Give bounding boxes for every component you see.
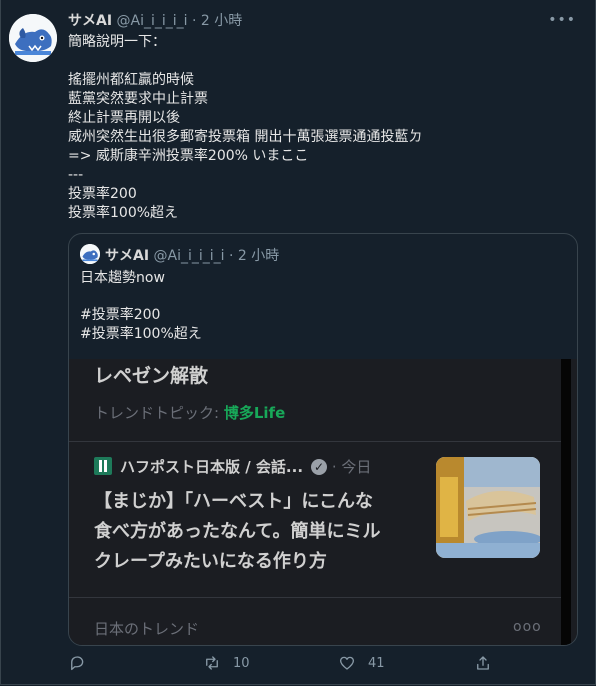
trend-topic: トレンドトピック: 博多Life (94, 402, 285, 423)
news-publisher-row: ハフポスト日本版 / 会話... ✓ · 今日 (94, 456, 371, 477)
avatar[interactable] (9, 14, 57, 62)
quote-display-name: サメAI (105, 248, 150, 264)
japan-trends-label: 日本のトレンド (94, 620, 200, 638)
quote-line: 日本趨勢now (80, 270, 165, 286)
tweet-body: 簡略說明一下： 搖擺州都紅贏的時候 藍黨突然要求中止計票 終止計票再開以後 威州… (68, 33, 568, 223)
quote-image: レペゼン解散 トレンドトピック: 博多Life ハフポスト日本版 / 会話...… (69, 359, 577, 645)
more-options-icon[interactable]: ••• (548, 12, 576, 28)
user-handle[interactable]: @Ai_i_i_i_i (117, 13, 188, 29)
trend-topic-tag: 博多Life (223, 404, 286, 422)
news-thumbnail (436, 457, 540, 558)
huffpost-logo-icon (94, 457, 112, 475)
divider (69, 441, 561, 442)
trend-topic-label: トレンドトピック: (94, 404, 220, 422)
reply-icon (71, 656, 84, 671)
display-name[interactable]: サメAI (68, 13, 112, 29)
headline-line: 食べ方があったなんて。簡単にミル (94, 521, 381, 542)
tweet-header: サメAI @Ai_i_i_i_i · 2 小時 (68, 10, 576, 30)
quote-header: サメAI @Ai_i_i_i_i · 2 小時 (105, 245, 279, 265)
shark-avatar-icon (9, 14, 57, 62)
separator-dot: · (191, 13, 197, 29)
tweet-line: 威州突然生出很多郵寄投票箱 開出十萬張選票通通投藍ㄉ (68, 129, 423, 145)
headline-line: 【まじか】「ハーベスト」にこんな (94, 491, 373, 512)
heart-icon (339, 656, 355, 670)
quote-line: #投票率200 (80, 307, 161, 323)
headline-line: クレープみたいになる作り方 (94, 551, 327, 572)
quote-body: 日本趨勢now #投票率200 #投票率100%超え (80, 269, 202, 343)
quote-user-handle: @Ai_i_i_i_i (153, 248, 225, 264)
publisher-name: ハフポスト日本版 / 会話... (120, 458, 304, 476)
image-scrollbar (561, 359, 571, 645)
shark-avatar-icon (80, 244, 100, 264)
tweet-line: 終止計票再開以後 (68, 110, 180, 126)
quote-line: #投票率100%超え (80, 325, 202, 342)
tweet-line: 投票率100%超え (68, 205, 179, 221)
share-button[interactable] (474, 654, 492, 672)
tweet-line (68, 52, 568, 71)
tweet-line: 簡略說明一下： (68, 34, 166, 50)
divider (69, 597, 561, 598)
tweet-line: 藍黨突然要求中止計票 (68, 91, 208, 107)
share-icon (477, 656, 489, 670)
like-button[interactable]: 41 (338, 654, 385, 672)
verified-badge-icon: ✓ (311, 459, 328, 475)
separator-dot: · (331, 458, 337, 476)
reply-button[interactable] (68, 654, 98, 672)
retweet-button[interactable]: 10 (203, 654, 250, 672)
more-options-icon: ooo (513, 619, 542, 635)
separator-dot: · (228, 248, 234, 264)
quote-avatar (80, 244, 100, 264)
retweet-count: 10 (233, 655, 250, 671)
quote-timestamp: 2 小時 (237, 248, 280, 264)
tweet-line: => 威斯康辛洲投票率200% いまここ (68, 148, 309, 164)
timestamp[interactable]: 2 小時 (201, 13, 242, 29)
crepe-cake-thumbnail-icon (436, 457, 540, 558)
quote-line (80, 288, 202, 307)
tweet-actions: 10 41 (68, 654, 508, 676)
like-count: 41 (368, 655, 385, 671)
tweet-line: --- (68, 167, 84, 183)
retweet-icon (206, 656, 218, 670)
quoted-tweet[interactable]: サメAI @Ai_i_i_i_i · 2 小時 日本趨勢now #投票率200 … (68, 233, 578, 646)
tweet-line: 投票率200 (68, 186, 137, 202)
news-headline: 【まじか】「ハーベスト」にこんな 食べ方があったなんて。簡単にミル クレープみた… (94, 487, 424, 577)
publish-time: 今日 (341, 458, 372, 476)
tweet-line: 搖擺州都紅贏的時候 (68, 72, 194, 88)
trend-title: レペゼン解散 (94, 365, 209, 387)
